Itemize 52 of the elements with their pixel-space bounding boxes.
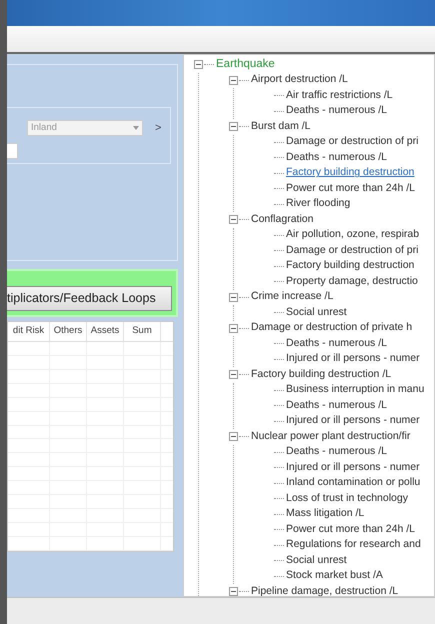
collapse-icon[interactable] bbox=[229, 432, 238, 442]
tree-item[interactable]: Mass litigation /L bbox=[285, 506, 364, 522]
collapse-icon[interactable] bbox=[229, 292, 238, 302]
tree-item[interactable]: Factory building destruction bbox=[285, 258, 414, 274]
tree-item[interactable]: River flooding bbox=[285, 196, 350, 212]
collapse-icon[interactable] bbox=[229, 122, 238, 132]
collapse-icon[interactable] bbox=[229, 324, 238, 333]
tree-item[interactable]: Inland contamination or pollu bbox=[285, 475, 420, 492]
next-button[interactable]: > bbox=[155, 120, 162, 136]
tree-item[interactable]: Burst dam /L bbox=[250, 118, 311, 135]
tree-item[interactable]: Regulations for research and bbox=[285, 537, 421, 554]
text-field[interactable] bbox=[7, 143, 18, 159]
tree-item[interactable]: Deaths - numerous /L bbox=[285, 150, 387, 166]
tree-item[interactable]: Factory building destruction /L bbox=[250, 366, 392, 383]
tree-item[interactable]: Power cut more than 24h /L bbox=[285, 180, 415, 197]
tree-item[interactable]: Power cut more than 24h /L bbox=[285, 522, 415, 538]
collapse-icon[interactable] bbox=[194, 60, 203, 70]
tree-item[interactable]: Injured or ill persons - numer bbox=[285, 460, 420, 476]
tree-item[interactable]: Factory building destruction bbox=[285, 165, 414, 182]
column-header[interactable]: Sum bbox=[124, 322, 161, 341]
tree-item[interactable]: Air pollution, ozone, respirab bbox=[285, 227, 420, 244]
tree-item[interactable]: Property damage, destructio bbox=[285, 274, 418, 290]
tree-item[interactable]: Earthquake bbox=[215, 56, 275, 74]
tree-item[interactable]: Stock market bust /A bbox=[285, 568, 383, 584]
tree-item[interactable]: Damage or destruction of pri bbox=[285, 242, 418, 259]
tree-item[interactable]: Deaths - numerous /L bbox=[285, 444, 387, 460]
collapse-icon[interactable] bbox=[229, 587, 238, 596]
tree-item[interactable]: Social unrest bbox=[285, 304, 347, 321]
tree-item[interactable]: Injured or ill persons - numer bbox=[285, 351, 420, 368]
dropdown-caret-icon bbox=[133, 126, 139, 130]
tree-item[interactable]: Conflagration bbox=[250, 212, 314, 228]
tree-item[interactable]: Damage or destruction of private h bbox=[250, 320, 412, 336]
tree-item[interactable]: Loss of trust in technology bbox=[285, 490, 408, 507]
tree-item[interactable]: Social unrest bbox=[285, 552, 347, 569]
tree-item[interactable]: Deaths - numerous /L bbox=[285, 336, 387, 352]
column-header[interactable]: Assets bbox=[87, 322, 124, 341]
tree-item[interactable]: Deaths - numerous /L bbox=[285, 103, 387, 120]
collapse-icon[interactable] bbox=[229, 215, 238, 224]
column-header[interactable]: Others bbox=[50, 322, 87, 341]
multipliers-button[interactable]: tiplicators/Feedback Loops bbox=[7, 286, 172, 311]
tree-item[interactable]: Business interruption in manu bbox=[285, 382, 424, 398]
tree-item[interactable]: Airport destruction /L bbox=[250, 72, 348, 88]
column-header[interactable]: dit Risk bbox=[8, 322, 50, 341]
tree-item[interactable]: Crime increase /L bbox=[250, 289, 334, 306]
tree-item[interactable]: Pipeline damage, destruction /L bbox=[250, 584, 398, 596]
tree-item[interactable]: Deaths - numerous /L bbox=[285, 398, 387, 414]
collapse-icon[interactable] bbox=[229, 370, 238, 380]
tree-item[interactable]: Damage or destruction of pri bbox=[285, 134, 418, 150]
tree-item[interactable]: Injured or ill persons - numer bbox=[285, 413, 420, 430]
tree-item[interactable]: Nuclear power plant destruction/fir bbox=[250, 428, 410, 445]
tree-item[interactable]: Air traffic restrictions /L bbox=[285, 88, 393, 104]
collapse-icon[interactable] bbox=[229, 76, 238, 85]
